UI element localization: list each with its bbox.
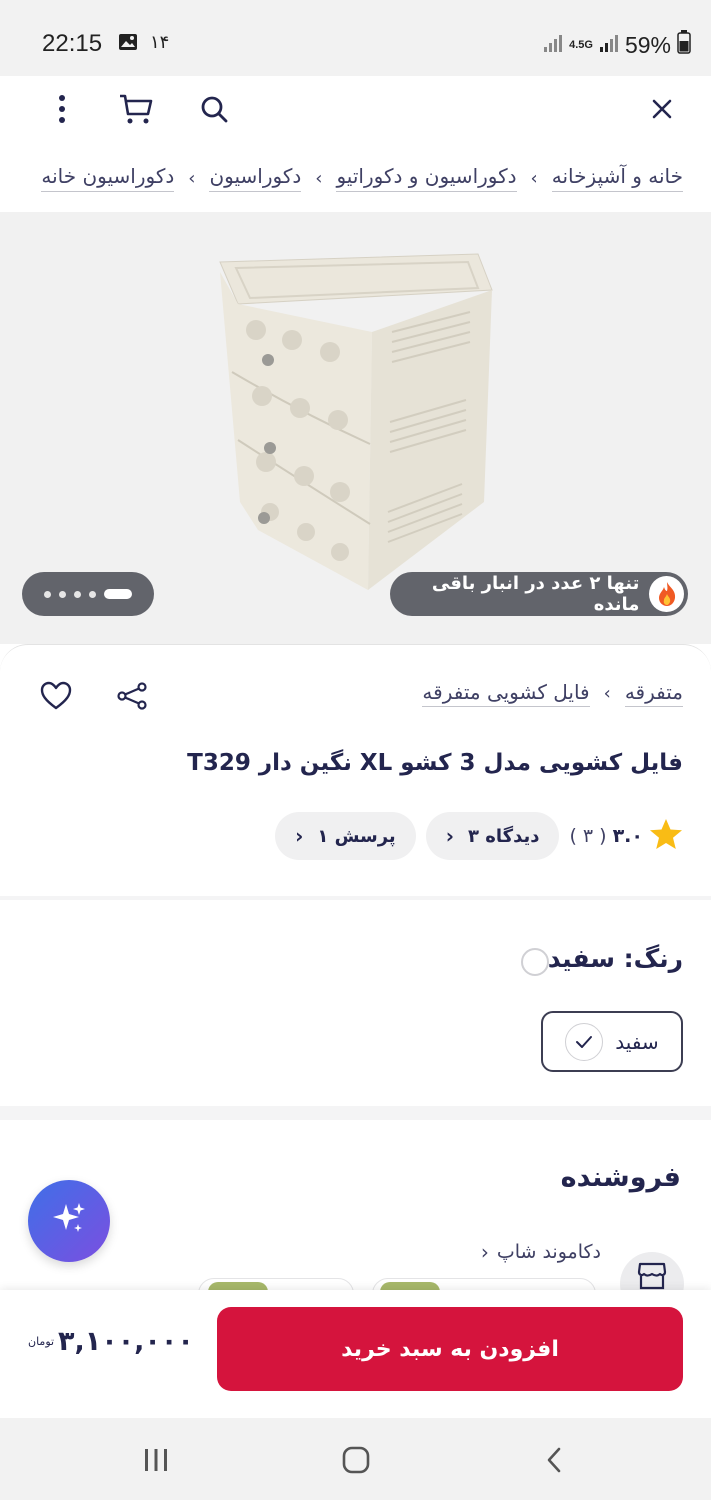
rating-value: ۳.۰ xyxy=(612,825,643,847)
section-divider xyxy=(0,1106,711,1120)
check-icon xyxy=(565,1022,604,1061)
reviews-label: ۳ دیدگاه xyxy=(467,825,540,847)
rating-row: ۳.۰ ( ۳ ) ۳ دیدگاه › ۱ پرسش › xyxy=(275,812,683,860)
rating-count: ( ۳ ) xyxy=(569,825,607,847)
color-label: رنگ: سفید xyxy=(547,944,683,973)
heart-icon[interactable] xyxy=(36,676,76,716)
battery-percent: 59% xyxy=(624,31,671,58)
price-value: ۳,۱۰۰,۰۰۰ xyxy=(58,1326,194,1357)
recent-apps-icon[interactable] xyxy=(136,1442,176,1478)
cart-icon[interactable] xyxy=(118,91,154,127)
status-bar: 22:15 ۱۴ 4.5G 59% xyxy=(0,0,711,76)
stock-notice-text: تنها ۲ عدد در انبار باقی مانده xyxy=(431,573,640,615)
status-time: 22:15 xyxy=(42,30,103,57)
chevron-left-icon: ‹ xyxy=(315,167,323,189)
network-type: 4.5G xyxy=(569,39,593,51)
seller-title: فروشنده xyxy=(560,1162,681,1193)
category-link-drawer-file[interactable]: فایل کشویی متفرقه xyxy=(422,680,590,707)
color-swatch xyxy=(521,948,549,976)
close-icon[interactable] xyxy=(644,91,680,127)
sparkles-icon xyxy=(50,1200,88,1242)
price-currency: تومان xyxy=(28,1335,55,1348)
star-icon xyxy=(649,818,683,855)
category-links: متفرقه ‹ فایل کشویی متفرقه xyxy=(422,680,683,707)
stock-notice-badge: تنها ۲ عدد در انبار باقی مانده xyxy=(390,572,688,616)
search-icon[interactable] xyxy=(196,91,232,127)
pagination-dot[interactable] xyxy=(89,590,96,598)
chevron-left-icon: › xyxy=(445,824,454,848)
signal-icon-2 xyxy=(599,32,619,59)
more-vertical-icon[interactable] xyxy=(44,91,80,127)
seller-name: دکاموند شاپ xyxy=(496,1241,601,1263)
pagination-dot-active[interactable] xyxy=(104,589,132,599)
status-indicators: 4.5G 59% xyxy=(543,30,691,60)
product-title: فایل کشویی مدل 3 کشو XL نگین دار T329 xyxy=(187,750,683,776)
pagination-dot[interactable] xyxy=(59,590,66,598)
signal-icon xyxy=(543,32,563,59)
share-icon[interactable] xyxy=(112,676,152,716)
pagination-dot[interactable] xyxy=(44,590,51,598)
category-link-misc[interactable]: متفرقه xyxy=(624,680,683,707)
rating-summary: ۳.۰ ( ۳ ) xyxy=(569,818,683,855)
chevron-left-icon: › xyxy=(480,1240,489,1264)
reviews-chip[interactable]: ۳ دیدگاه › xyxy=(425,812,560,860)
top-app-bar xyxy=(0,76,711,142)
add-to-cart-button[interactable]: افزودن به سبد خرید xyxy=(217,1307,683,1391)
color-option-white[interactable]: سفید xyxy=(541,1011,683,1072)
gallery-pagination xyxy=(22,572,154,616)
color-option-label: سفید xyxy=(615,1029,659,1054)
chevron-left-icon: ‹ xyxy=(188,167,196,189)
breadcrumb-item-decoration-decorative[interactable]: دکوراسیون و دکوراتیو xyxy=(336,164,517,192)
pagination-dot[interactable] xyxy=(74,590,81,598)
fire-icon xyxy=(649,576,684,612)
back-icon[interactable] xyxy=(534,1442,574,1478)
notification-count: ۱۴ xyxy=(150,32,170,53)
system-nav-bar xyxy=(0,1418,711,1500)
questions-label: ۱ پرسش xyxy=(317,825,396,847)
breadcrumb-item-home-kitchen[interactable]: خانه و آشپزخانه xyxy=(551,164,683,192)
breadcrumb: خانه و آشپزخانه ‹ دکوراسیون و دکوراتیو ‹… xyxy=(0,150,711,206)
questions-chip[interactable]: ۱ پرسش › xyxy=(275,812,416,860)
battery-icon xyxy=(677,30,691,60)
color-section xyxy=(0,900,711,1106)
chevron-left-icon: ‹ xyxy=(603,683,611,704)
breadcrumb-item-decoration[interactable]: دکوراسیون xyxy=(209,164,302,192)
seller-link[interactable]: دکاموند شاپ › xyxy=(481,1240,601,1264)
price: تومان ۳,۱۰۰,۰۰۰ xyxy=(28,1326,194,1357)
breadcrumb-item-home-decoration[interactable]: دکوراسیون خانه xyxy=(41,164,175,192)
chevron-left-icon: ‹ xyxy=(530,167,538,189)
ai-assistant-button[interactable] xyxy=(28,1180,110,1262)
gallery-notification-icon xyxy=(118,32,138,52)
home-icon[interactable] xyxy=(336,1442,376,1478)
chevron-left-icon: › xyxy=(295,824,304,848)
